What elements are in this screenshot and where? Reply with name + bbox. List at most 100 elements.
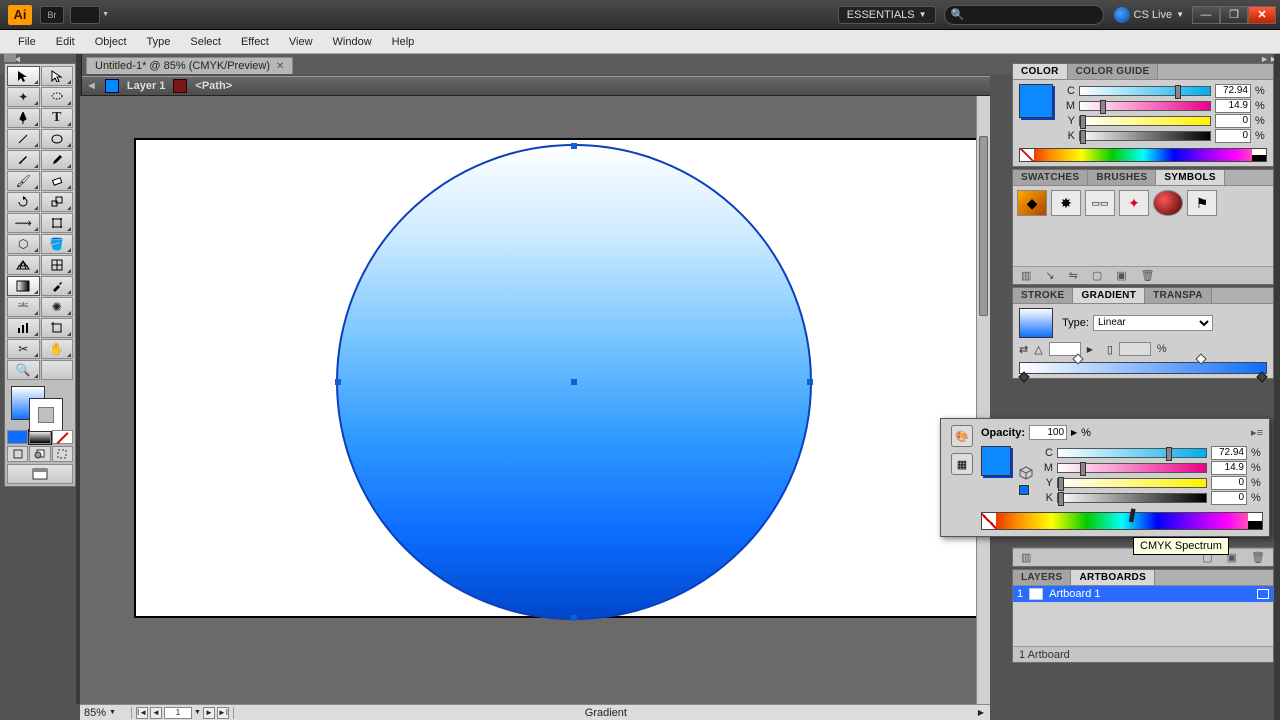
anchor-top[interactable] (571, 143, 577, 149)
tab-transparency[interactable]: TRANSPA (1145, 288, 1212, 303)
workspace-switcher[interactable]: ESSENTIALS ▼ (838, 6, 936, 24)
draw-normal[interactable] (7, 446, 28, 462)
symbol-libraries-icon[interactable]: ▥ (1021, 269, 1031, 282)
new-symbol-icon[interactable]: ▣ (1116, 269, 1126, 282)
tool-mesh[interactable] (41, 255, 74, 275)
color-mode-gradient[interactable] (29, 430, 50, 444)
tool-spare[interactable] (41, 360, 74, 380)
tool-zoom[interactable]: 🔍 (7, 360, 40, 380)
anchor-left[interactable] (335, 379, 341, 385)
tool-magic-wand[interactable]: ✦ (7, 87, 40, 107)
tool-pen[interactable] (7, 108, 40, 128)
mini-swatch[interactable] (1019, 485, 1029, 495)
delete-icon[interactable]: 🗑 (1251, 551, 1265, 564)
back-icon[interactable]: ◄ (86, 80, 97, 92)
menu-effect[interactable]: Effect (231, 32, 279, 52)
status-menu-icon[interactable]: ▶ (978, 708, 990, 717)
slider-k-value[interactable]: 0 (1215, 129, 1251, 143)
popup-menu-icon[interactable]: ▸≡ (1251, 426, 1263, 439)
tool-rotate[interactable] (7, 192, 40, 212)
tool-slice[interactable]: ✂ (7, 339, 40, 359)
tool-direct-selection[interactable] (41, 66, 74, 86)
menu-type[interactable]: Type (137, 32, 181, 52)
symbol-cube[interactable]: ◆ (1017, 190, 1047, 216)
popup-m-value[interactable]: 14.9 (1211, 461, 1247, 475)
popup-swatches-icon[interactable]: ▦ (951, 453, 973, 475)
slider-c-value[interactable]: 72.94 (1215, 84, 1251, 98)
tool-shape-builder[interactable]: ⬡ (7, 234, 40, 254)
tool-eraser[interactable] (41, 171, 74, 191)
tool-free-transform[interactable] (41, 213, 74, 233)
tool-symbol-sprayer[interactable]: ✺ (41, 297, 74, 317)
draw-behind[interactable] (29, 446, 50, 462)
anchor-center[interactable] (571, 379, 577, 385)
tab-color[interactable]: COLOR (1013, 64, 1068, 79)
menu-window[interactable]: Window (323, 32, 382, 52)
slider-y[interactable] (1079, 116, 1211, 126)
tool-live-paint[interactable]: 🪣 (41, 234, 74, 254)
close-button[interactable]: ✕ (1248, 6, 1276, 24)
popup-spectrum[interactable] (981, 512, 1263, 530)
nav-page[interactable]: 1 (164, 707, 192, 719)
opacity-stepper[interactable]: ▶ (1071, 428, 1077, 437)
gradient-swatch[interactable] (1019, 308, 1053, 338)
menu-edit[interactable]: Edit (46, 32, 85, 52)
break-link-icon[interactable]: ⇋ (1069, 269, 1078, 282)
nav-prev[interactable]: ◄ (150, 707, 162, 719)
minimize-button[interactable]: — (1192, 6, 1220, 24)
artboard-options-icon[interactable] (1257, 589, 1269, 599)
maximize-button[interactable]: ❐ (1220, 6, 1248, 24)
nav-first[interactable]: I◄ (136, 707, 148, 719)
menu-object[interactable]: Object (85, 32, 137, 52)
tool-gradient[interactable] (7, 276, 40, 296)
gradient-type-select[interactable]: Linear (1093, 315, 1213, 331)
gradient-ramp[interactable] (1019, 362, 1267, 374)
tab-swatches[interactable]: SWATCHES (1013, 170, 1088, 185)
symbol-ribbon[interactable]: ✦ (1119, 190, 1149, 216)
slider-y-value[interactable]: 0 (1215, 114, 1251, 128)
crumb-layer[interactable]: Layer 1 (127, 80, 166, 92)
menu-select[interactable]: Select (180, 32, 231, 52)
tool-paintbrush[interactable] (7, 150, 40, 170)
toolbox-grip[interactable] (4, 54, 16, 62)
tool-artboard[interactable] (41, 318, 74, 338)
popup-k-value[interactable]: 0 (1211, 491, 1247, 505)
symbol-tape[interactable]: ▭▭ (1085, 190, 1115, 216)
tool-pencil[interactable] (41, 150, 74, 170)
tool-perspective-grid[interactable] (7, 255, 40, 275)
selected-ellipse[interactable] (336, 144, 812, 620)
canvas-stage[interactable] (80, 96, 990, 704)
slider-k[interactable] (1079, 131, 1211, 141)
tab-gradient[interactable]: GRADIENT (1073, 288, 1145, 303)
slider-m[interactable] (1079, 101, 1211, 111)
stroke-swatch[interactable] (29, 398, 63, 432)
opacity-input[interactable] (1029, 425, 1067, 440)
symbol-ink[interactable]: ✸ (1051, 190, 1081, 216)
tab-color-guide[interactable]: COLOR GUIDE (1068, 64, 1159, 79)
slider-c[interactable] (1079, 86, 1211, 96)
popup-slider-k[interactable] (1057, 493, 1207, 503)
tool-hand[interactable]: ✋ (41, 339, 74, 359)
anchor-bottom[interactable] (571, 615, 577, 621)
tool-column-graph[interactable] (7, 318, 40, 338)
document-tab[interactable]: Untitled-1* @ 85% (CMYK/Preview) ✕ (86, 57, 293, 74)
reverse-gradient-icon[interactable]: ⇄ (1019, 343, 1028, 356)
aspect-field[interactable] (1119, 342, 1151, 356)
tool-selection[interactable] (7, 66, 40, 86)
appearance-menu-icon[interactable]: ▥ (1021, 551, 1031, 564)
tab-layers[interactable]: LAYERS (1013, 570, 1071, 585)
scrollbar-vertical[interactable] (976, 96, 990, 704)
nav-last[interactable]: ►I (217, 707, 229, 719)
tool-scale[interactable] (41, 192, 74, 212)
close-tab-icon[interactable]: ✕ (276, 61, 284, 72)
nav-next[interactable]: ► (203, 707, 215, 719)
tab-symbols[interactable]: SYMBOLS (1156, 170, 1225, 185)
tool-type[interactable]: T (41, 108, 74, 128)
artboard-orientation-icon[interactable] (1029, 588, 1043, 600)
slider-m-value[interactable]: 14.9 (1215, 99, 1251, 113)
symbol-orb[interactable] (1153, 190, 1183, 216)
tool-line[interactable] (7, 129, 40, 149)
screen-mode-dropdown[interactable] (70, 6, 100, 24)
tab-artboards[interactable]: ARTBOARDS (1071, 570, 1155, 585)
artboard[interactable] (134, 138, 984, 618)
